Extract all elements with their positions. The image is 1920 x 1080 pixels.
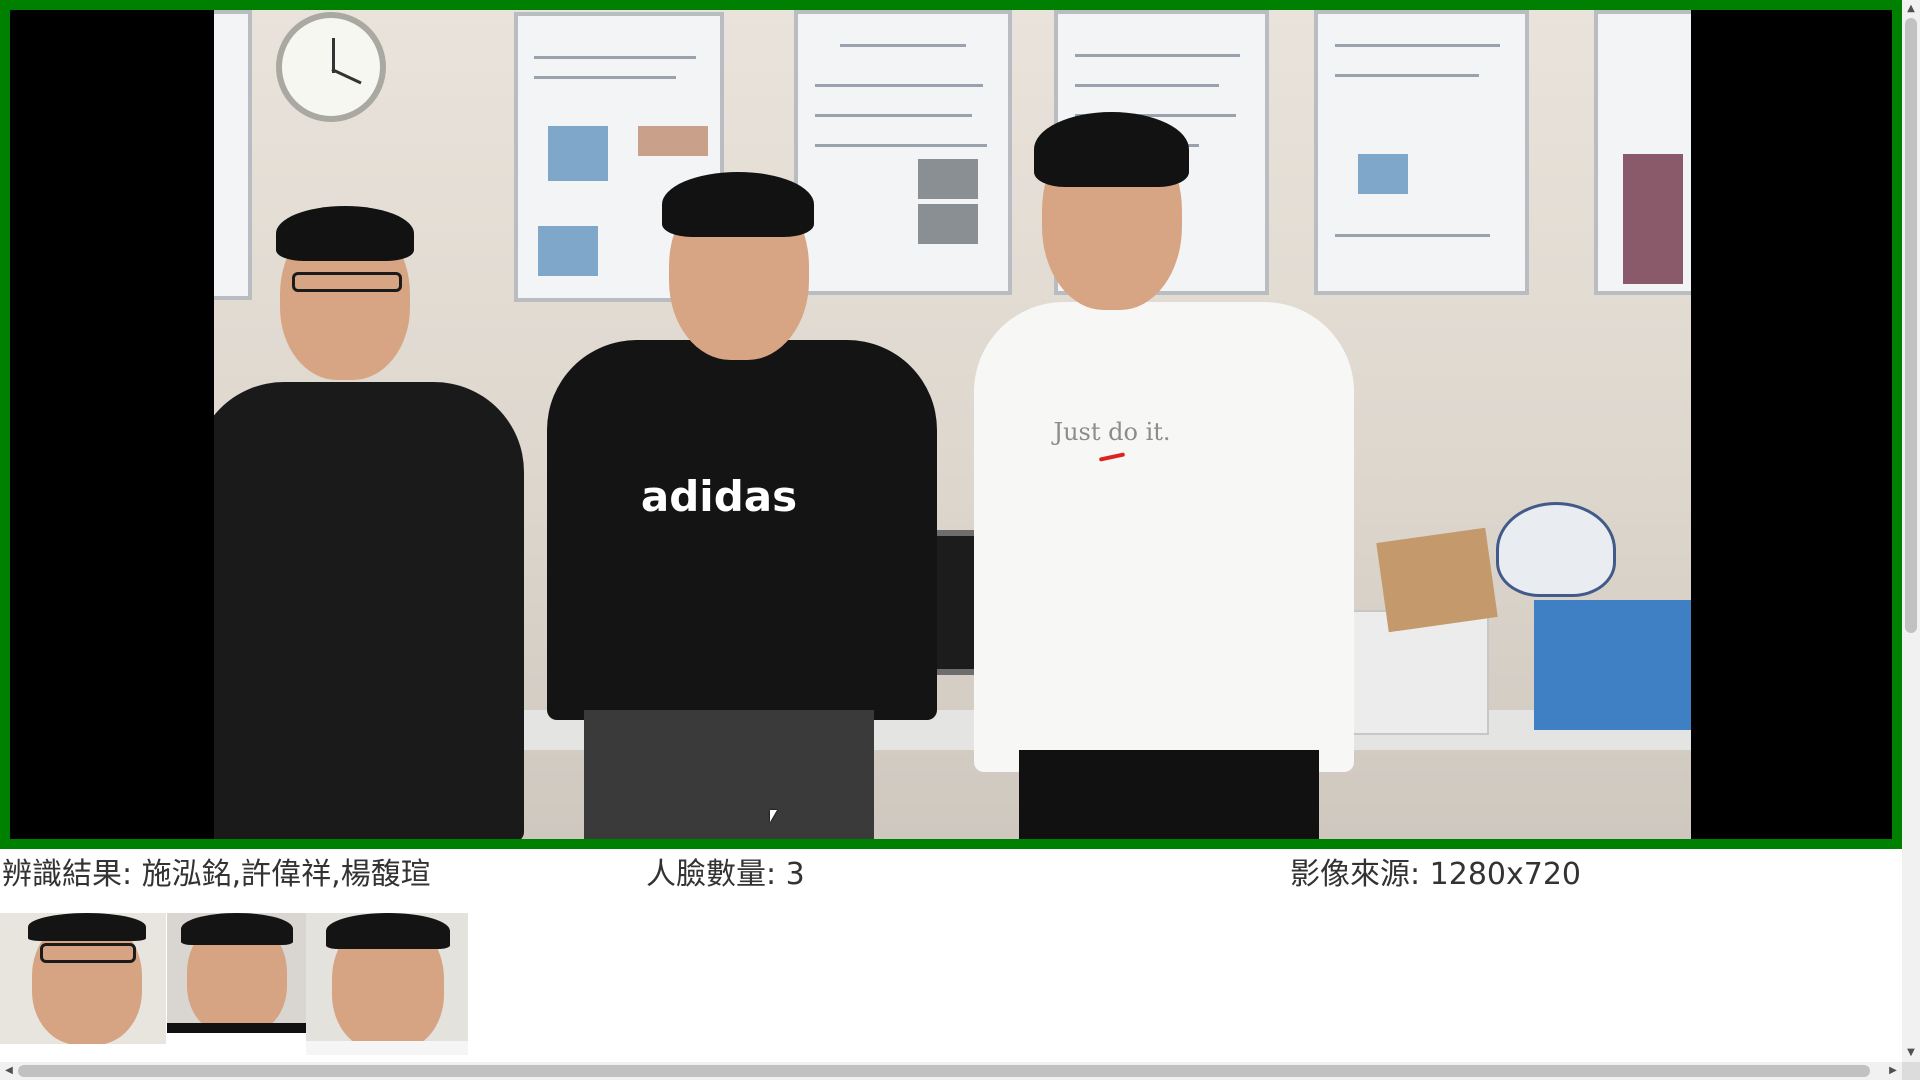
face-thumbnail-3 bbox=[306, 913, 468, 1055]
scroll-up-icon[interactable]: ▲ bbox=[1902, 0, 1920, 18]
video-frame: adidas Just do it. bbox=[0, 0, 1902, 849]
wall-poster bbox=[1314, 10, 1529, 295]
vertical-scrollbar-thumb[interactable] bbox=[1905, 18, 1917, 633]
horizontal-scrollbar-thumb[interactable] bbox=[18, 1065, 1870, 1077]
shirt-text-just-do-it: Just do it. bbox=[1053, 418, 1171, 446]
face-count: 人臉數量: 3 bbox=[646, 857, 805, 892]
scroll-right-icon[interactable]: ▶ bbox=[1884, 1062, 1902, 1080]
mouse-pointer-icon bbox=[770, 810, 777, 822]
wall-poster bbox=[214, 10, 252, 300]
blue-shelf bbox=[1534, 600, 1691, 730]
wall-poster bbox=[794, 10, 1012, 295]
shirt-logo-adidas: adidas bbox=[640, 472, 798, 521]
scroll-left-icon[interactable]: ◀ bbox=[0, 1062, 18, 1080]
face-thumbnail-2 bbox=[167, 913, 306, 1033]
image-source: 影像來源: 1280x720 bbox=[1290, 857, 1582, 892]
wall-clock bbox=[276, 12, 386, 122]
wall-poster bbox=[1594, 10, 1691, 295]
scroll-down-icon[interactable]: ▼ bbox=[1902, 1044, 1920, 1062]
cardboard-box bbox=[1376, 527, 1498, 633]
scrollbar-corner bbox=[1902, 1062, 1920, 1080]
recognition-result: 辨識結果: 施泓銘,許偉祥,楊馥瑄 bbox=[2, 857, 431, 892]
helmet bbox=[1496, 502, 1616, 597]
video-letterbox: adidas Just do it. bbox=[10, 10, 1892, 839]
face-thumbnail-1 bbox=[0, 913, 166, 1044]
camera-feed: adidas Just do it. bbox=[214, 10, 1691, 839]
